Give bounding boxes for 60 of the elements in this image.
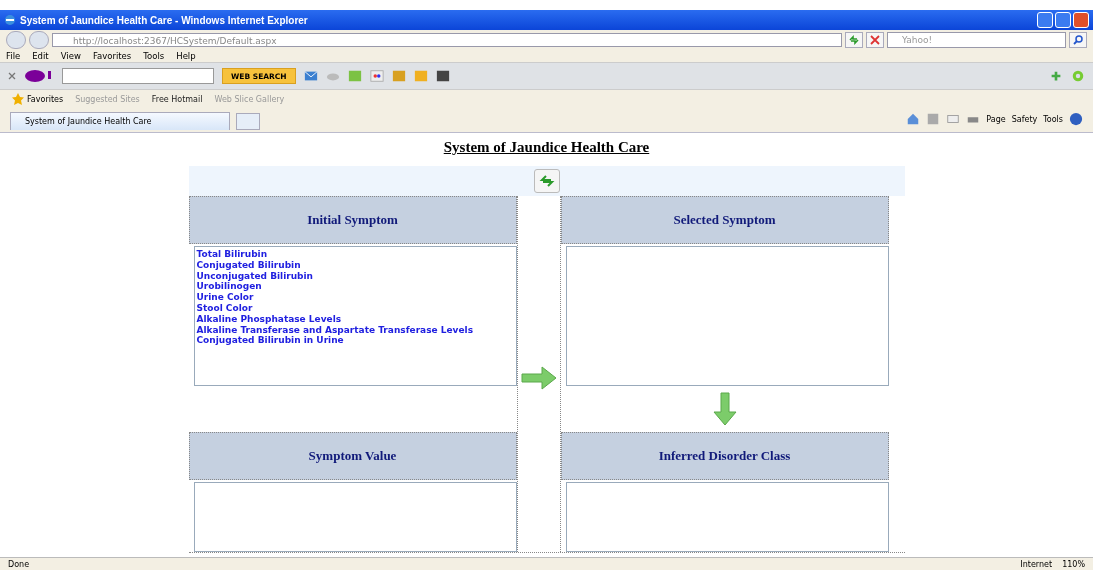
star-icon — [12, 93, 24, 105]
refresh-button[interactable] — [845, 32, 863, 48]
symptom-option[interactable]: Alkaline Phosphatase Levels — [196, 313, 514, 325]
back-button[interactable] — [6, 31, 26, 49]
stop-button[interactable] — [866, 32, 884, 48]
dots-icon[interactable] — [369, 69, 384, 83]
command-menu[interactable]: Safety — [1011, 114, 1038, 124]
symptom-option[interactable]: Conjugated Bilirubin in Urine — [196, 335, 514, 347]
menu-item[interactable]: Tools — [143, 51, 165, 61]
new-tab-button[interactable] — [236, 113, 260, 130]
search-button[interactable] — [1069, 32, 1087, 48]
plus-icon[interactable] — [1049, 69, 1063, 83]
symptom-option[interactable]: Stool Color — [196, 303, 514, 314]
status-text: Done — [8, 559, 30, 569]
command-menu[interactable]: Page — [986, 114, 1006, 124]
forward-button[interactable] — [29, 31, 49, 49]
zone-text: Internet — [1020, 559, 1053, 569]
symptom-option[interactable]: Conjugated Bilirubin — [196, 259, 514, 271]
symptom-option[interactable]: Alkaline Transferase and Aspartate Transferase Levels — [196, 324, 514, 336]
symptom-option[interactable]: Urine Color — [196, 292, 514, 303]
browser-tab[interactable]: System of Jaundice Health Care — [10, 112, 230, 130]
page-heading: System of Jaundice Health Care — [443, 139, 650, 156]
down-arrow-icon[interactable] — [712, 392, 737, 426]
symptom-option[interactable]: Total Bilirubin — [196, 249, 514, 260]
minimize-button[interactable] — [1037, 12, 1053, 28]
swap-button[interactable] — [533, 169, 560, 193]
right-arrow-icon[interactable] — [520, 366, 557, 390]
selected-symptom-list[interactable] — [565, 246, 889, 386]
panel-header: Selected Symptom — [560, 196, 889, 244]
home-icon[interactable] — [906, 112, 921, 126]
menu-item[interactable]: Help — [176, 51, 196, 61]
mail-icon[interactable] — [946, 112, 961, 126]
close-icon — [869, 34, 881, 46]
restore-button[interactable] — [1055, 12, 1071, 28]
zoom-button[interactable]: 110% — [1062, 559, 1085, 569]
panel-header: Initial Symptom — [188, 196, 517, 244]
close-button[interactable] — [1073, 12, 1089, 28]
symptom-option[interactable]: Urobilinogen — [196, 281, 514, 293]
refresh-icon — [848, 34, 860, 46]
window-title: System of Jaundice Health Care - Windows Internet Explorer — [20, 14, 308, 26]
panel-header: Inferred Disorder Class — [560, 432, 889, 480]
search-icon — [1072, 34, 1084, 46]
symptom-list[interactable] — [193, 246, 517, 386]
browser-logo-icon — [4, 14, 16, 26]
favorites-link[interactable]: Free Hotmail — [151, 94, 203, 104]
logo-icon — [24, 69, 54, 83]
menu-item[interactable]: Favorites — [92, 51, 132, 61]
favorites-button[interactable]: Favorites — [12, 93, 64, 105]
symptom-value-box[interactable] — [193, 482, 517, 552]
toolbar-search-field[interactable] — [62, 68, 214, 84]
menu-item[interactable]: View — [60, 51, 81, 61]
address-field[interactable]: http://localhost:2367/HCSystem/Default.aspx — [52, 33, 842, 47]
command-menu[interactable]: Tools — [1043, 114, 1063, 124]
swap-arrows-icon — [538, 173, 555, 189]
panel-header: Symptom Value — [188, 432, 517, 480]
menu-item[interactable]: File — [6, 51, 21, 61]
symptom-option[interactable]: Unconjugated Bilirubin — [196, 270, 514, 282]
mail-icon[interactable] — [303, 69, 318, 83]
close-icon — [8, 72, 16, 80]
menu-item[interactable]: Edit — [32, 51, 49, 61]
